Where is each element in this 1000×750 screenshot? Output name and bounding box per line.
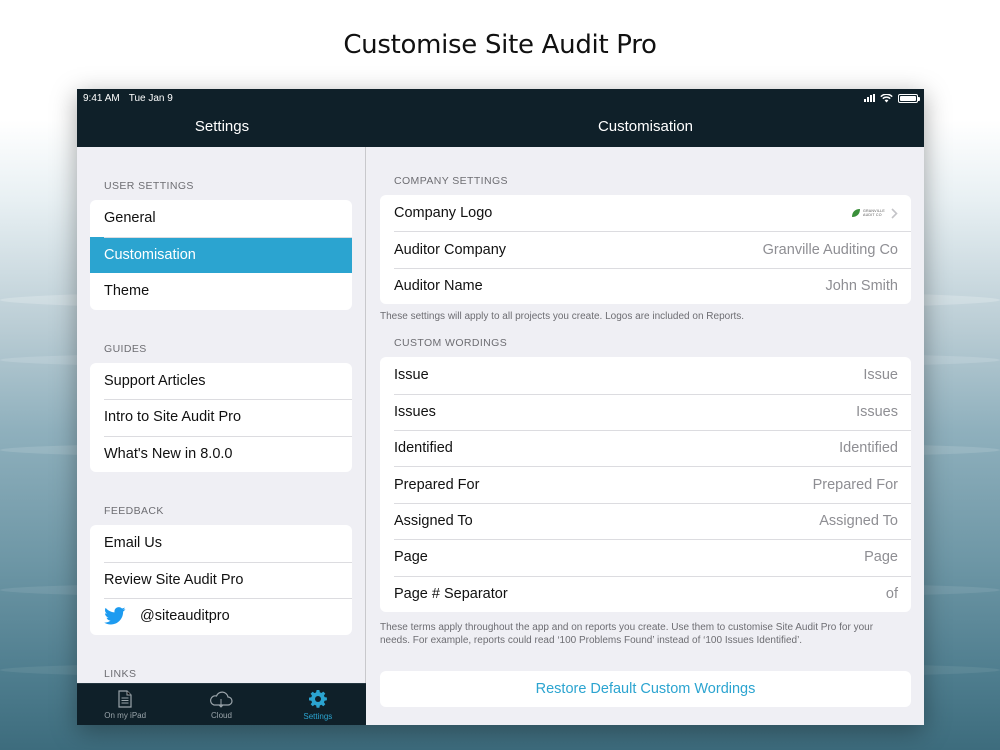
wording-label: Assigned To <box>394 512 473 529</box>
company-logo-label: Company Logo <box>394 205 493 222</box>
sidebar-item-theme[interactable]: Theme <box>90 273 352 310</box>
guides-group: Support Articles Intro to Site Audit Pro… <box>90 362 352 473</box>
tab-bar: On my iPad Cloud Settings <box>77 683 366 725</box>
section-header-guides: GUIDES <box>104 342 147 355</box>
wording-label: Issue <box>394 367 429 384</box>
wording-row-page-separator[interactable]: Page # Separator of <box>380 575 911 612</box>
auditor-company-label: Auditor Company <box>394 241 507 258</box>
sidebar-item-label: Intro to Site Audit Pro <box>104 409 242 426</box>
tab-label: Cloud <box>211 710 232 720</box>
sidebar-item-support-articles[interactable]: Support Articles <box>90 363 352 400</box>
wifi-icon <box>880 93 893 102</box>
tab-cloud[interactable]: Cloud <box>173 684 269 725</box>
sidebar-item-label: @siteauditpro <box>140 608 230 625</box>
sidebar-item-email-us[interactable]: Email Us <box>90 525 352 562</box>
wording-row-issues[interactable]: Issues Issues <box>380 393 911 430</box>
auditor-company-value[interactable]: Granville Auditing Co <box>763 242 898 258</box>
wording-value[interactable]: Issues <box>856 404 898 420</box>
sidebar-item-label: Support Articles <box>104 372 206 389</box>
sidebar-item-label: Customisation <box>104 246 196 263</box>
document-icon <box>118 689 132 708</box>
wording-label: Issues <box>394 403 436 420</box>
company-settings-footer: These settings will apply to all project… <box>380 311 745 323</box>
sidebar-item-intro[interactable]: Intro to Site Audit Pro <box>90 399 352 436</box>
sidebar-item-label: What's New in 8.0.0 <box>104 445 233 462</box>
status-time: 9:41 AM <box>83 92 120 104</box>
status-bar: 9:41 AM Tue Jan 9 <box>77 89 924 107</box>
auditor-name-label: Auditor Name <box>394 277 483 294</box>
custom-wordings-footer: These terms apply throughout the app and… <box>380 621 874 646</box>
sidebar[interactable]: USER SETTINGS General Customisation Them… <box>77 147 366 683</box>
tab-label: Settings <box>303 711 333 721</box>
cloud-icon <box>210 691 234 708</box>
custom-wordings-group: Issue Issue Issues Issues Identified Identi… <box>380 357 911 612</box>
wording-row-issue[interactable]: Issue Issue <box>380 357 911 393</box>
page-headline: Customise Site Audit Pro <box>343 30 657 60</box>
sidebar-item-label: Review Site Audit Pro <box>104 571 244 588</box>
wording-label: Prepared For <box>394 476 480 493</box>
battery-icon <box>898 93 920 103</box>
logo-leaf-icon <box>852 209 860 218</box>
section-header-custom-wordings: CUSTOM WORDINGS <box>394 337 508 350</box>
auditor-company-row[interactable]: Auditor Company Granville Auditing Co <box>380 231 911 267</box>
sidebar-item-label: Theme <box>104 283 150 300</box>
tab-settings[interactable]: Settings <box>270 684 366 725</box>
user-settings-group: General Customisation Theme <box>90 200 352 310</box>
company-logo-row[interactable]: Company Logo GRANVILLE AUDIT CO <box>380 195 911 231</box>
section-header-feedback: FEEDBACK <box>104 505 164 517</box>
detail-title: Customisation <box>597 118 694 135</box>
wording-row-identified[interactable]: Identified Identified <box>380 429 911 466</box>
sidebar-item-label: General <box>104 210 156 227</box>
wording-row-assigned-to[interactable]: Assigned To Assigned To <box>380 502 911 539</box>
section-header-company-settings: COMPANY SETTINGS <box>394 175 508 187</box>
wording-value[interactable]: Prepared For <box>813 477 898 493</box>
cellular-signal-icon <box>864 94 875 102</box>
wording-value[interactable]: of <box>886 586 898 602</box>
wording-value[interactable]: Identified <box>839 440 898 456</box>
section-header-user-settings: USER SETTINGS <box>104 180 194 192</box>
navigation-bar: Settings Customisation <box>77 107 924 147</box>
restore-default-wordings-button[interactable]: Restore Default Custom Wordings <box>380 670 911 707</box>
company-settings-group: Company Logo GRANVILLE AUDIT CO Auditor … <box>380 195 911 305</box>
wording-row-prepared-for[interactable]: Prepared For Prepared For <box>380 466 911 502</box>
auditor-name-row[interactable]: Auditor Name John Smith <box>380 267 911 304</box>
logo-text: GRANVILLE AUDIT CO <box>863 209 885 218</box>
tab-on-my-ipad[interactable]: On my iPad <box>77 684 173 725</box>
wording-row-page[interactable]: Page Page <box>380 539 911 575</box>
feedback-group: Email Us Review Site Audit Pro @siteaudi… <box>90 525 352 635</box>
chevron-right-icon <box>891 208 898 219</box>
wording-label: Identified <box>394 440 453 457</box>
company-logo-preview: GRANVILLE AUDIT CO <box>851 208 898 219</box>
auditor-name-value[interactable]: John Smith <box>825 278 898 294</box>
ipad-screen: 9:41 AM Tue Jan 9 Settings Customisation… <box>77 89 924 725</box>
gear-icon <box>308 689 327 708</box>
twitter-icon <box>104 607 126 625</box>
sidebar-title: Settings <box>194 118 250 135</box>
wording-value[interactable]: Issue <box>863 367 898 383</box>
sidebar-item-whats-new[interactable]: What's New in 8.0.0 <box>90 435 352 473</box>
sidebar-item-general[interactable]: General <box>90 200 352 237</box>
tab-label: On my iPad <box>104 710 147 720</box>
wording-label: Page <box>394 549 428 566</box>
wording-label: Page # Separator <box>394 585 508 602</box>
sidebar-item-label: Email Us <box>104 535 163 552</box>
sidebar-item-customisation[interactable]: Customisation <box>90 236 352 273</box>
sidebar-item-review[interactable]: Review Site Audit Pro <box>90 561 352 599</box>
status-date: Tue Jan 9 <box>128 92 173 104</box>
section-header-links: LINKS <box>104 667 137 680</box>
detail-panel[interactable]: COMPANY SETTINGS Company Logo GRANVILLE … <box>367 147 924 725</box>
wording-value[interactable]: Assigned To <box>819 513 898 529</box>
sidebar-item-twitter[interactable]: @siteauditpro <box>90 598 352 635</box>
wording-value[interactable]: Page <box>864 549 898 565</box>
